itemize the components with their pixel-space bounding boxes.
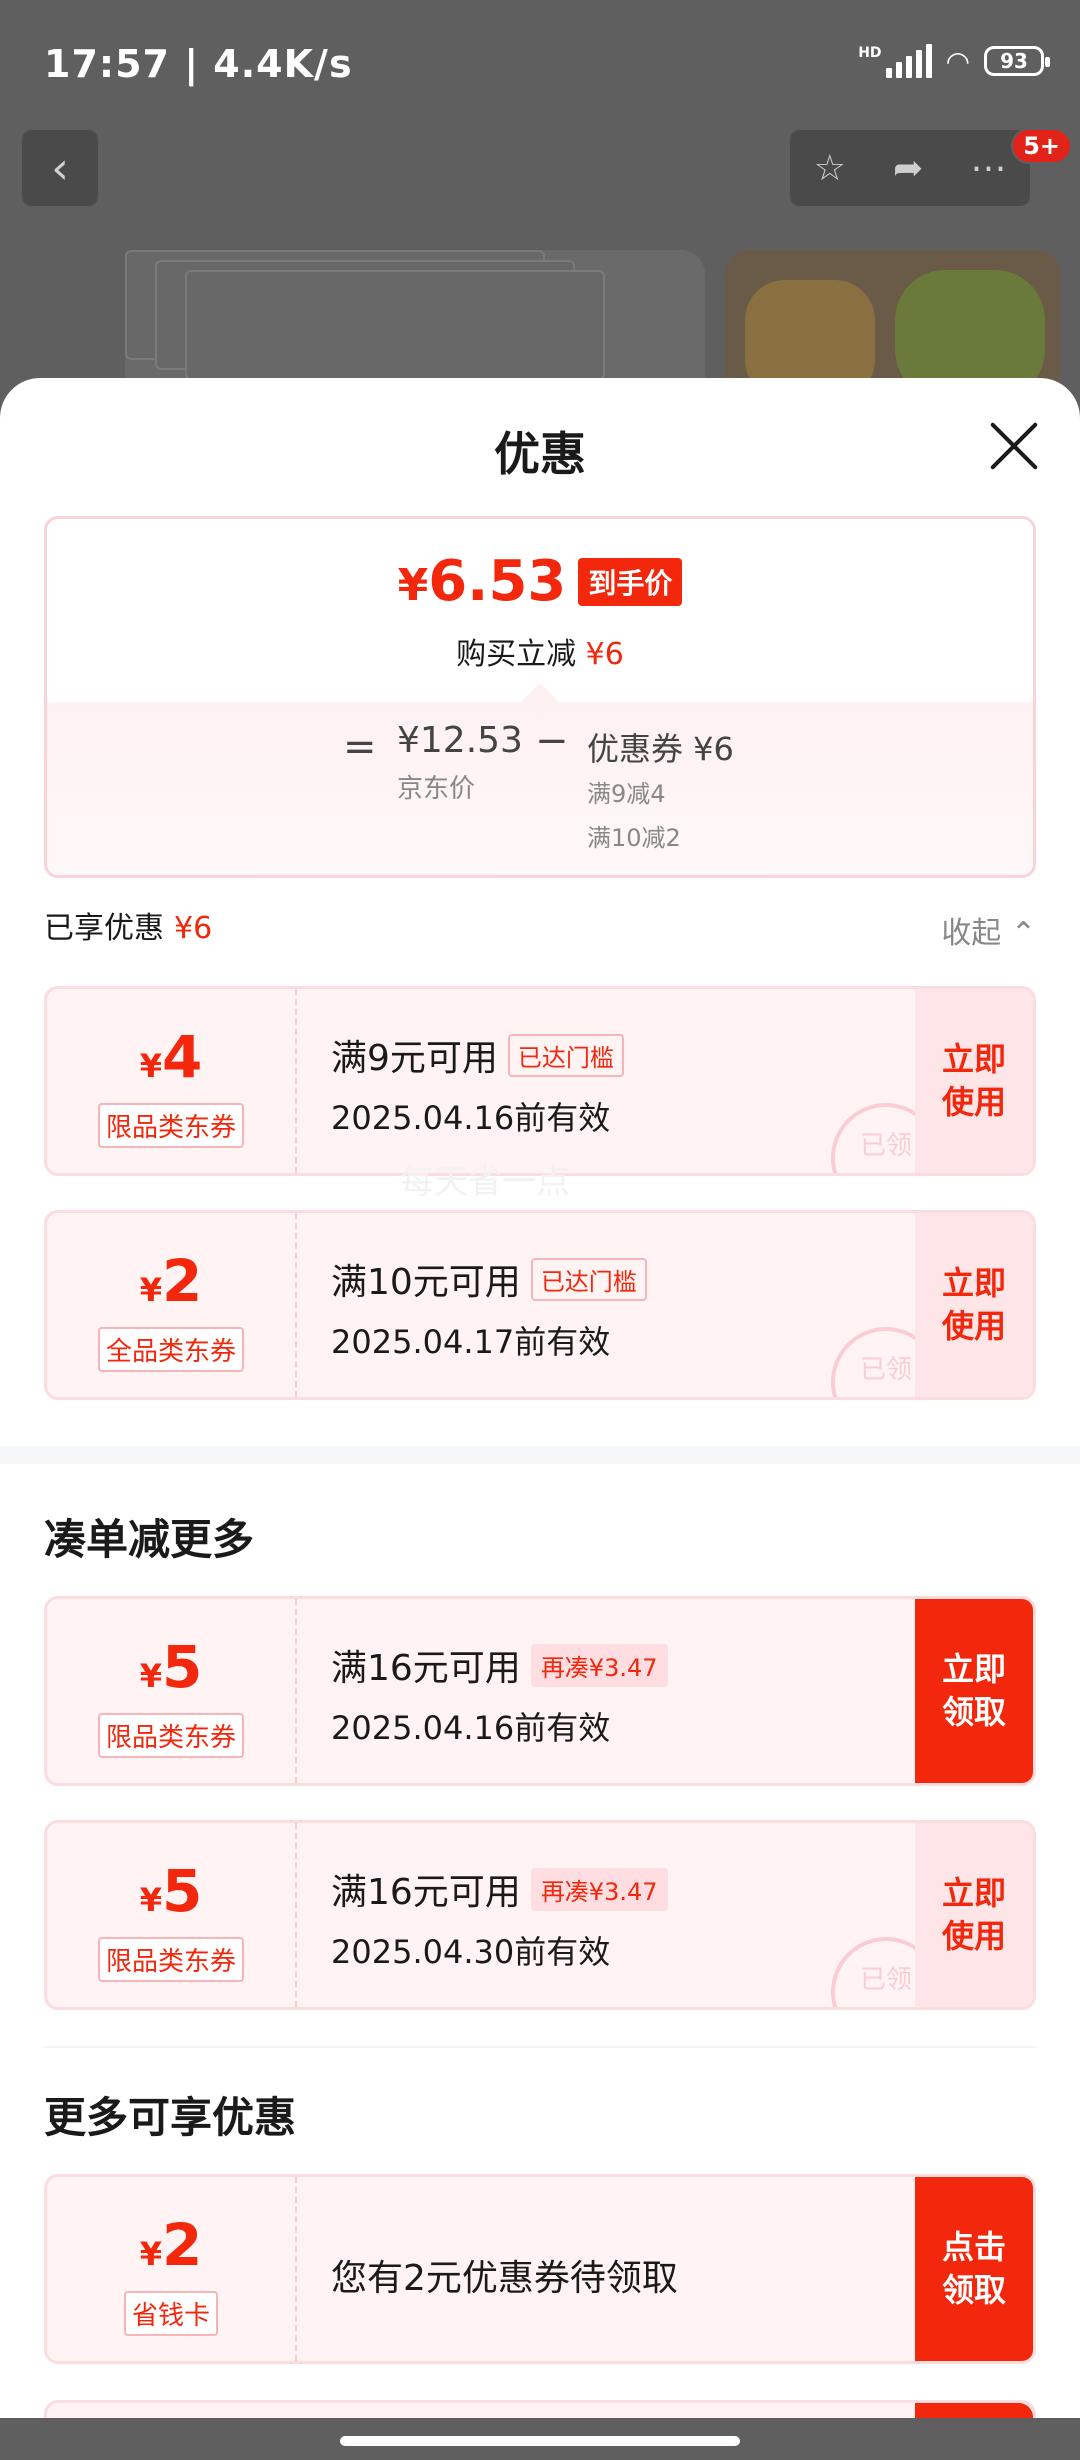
message-badge: 5+ [1011,128,1072,164]
section-title-extra: 更多可享优惠 [44,2093,297,2142]
coupon-card: ¥2 全品类东券 满10元可用 已达门槛 2025.04.17前有效 已领 立即使… [44,1210,1036,1400]
enjoyed-discount: 已享优惠 ¥6 [44,911,213,946]
use-now-button[interactable]: 立即使用 [915,1213,1033,1397]
status-icons: HD ◠ 93 [858,44,1050,78]
signal-icon [885,44,932,78]
coupon-condition: 满10元可用 [331,1262,521,1303]
star-icon[interactable]: ☆ [814,148,846,189]
coupon-gap-tag: 再凑¥3.47 [530,1867,668,1911]
coupon-condition: 满16元可用 [331,1648,521,1689]
share-icon[interactable]: ➦ [893,148,923,189]
collapse-button[interactable]: 收起 ⌃ [941,908,1036,952]
status-bar: 17:57 | 4.4K/s HD ◠ 93 [0,0,1080,130]
coupon-condition: 满16元可用 [331,1872,521,1913]
coupon-status-tag: 已达门槛 [530,1257,647,1301]
coupon-description: 您有2元优惠券待领取 [331,2258,678,2299]
price-summary-card: ¥6.53 到手价 购买立减 ¥6 = ¥12.53 京东价 − 优惠券 ¥6 … [44,516,1036,878]
section-divider [0,1446,1080,1464]
coupon-card-peek [44,2400,1036,2418]
battery-icon: 93 [984,46,1050,76]
back-button[interactable]: ‹ [22,130,98,206]
header-actions: ☆ ➦ ⋯ [790,130,1030,206]
coupon-type: 省钱卡 [123,2291,219,2336]
battery-level: 93 [1000,49,1028,73]
final-price-tag: 到手价 [578,557,683,606]
coupon-condition: 满9元可用 [331,1038,498,1079]
click-claim-button[interactable]: 点击领取 [915,2177,1033,2361]
coupon-amount: ¥2 [139,1247,203,1315]
coupon-type: 限品类东券 [97,1713,245,1758]
jd-price: ¥12.53 [397,720,523,761]
discount-sheet: 优惠 ¥6.53 到手价 购买立减 ¥6 = ¥12.53 京东价 − 优惠券 … [0,378,1080,2418]
coupon-status-tag: 已达门槛 [507,1033,624,1077]
more-icon[interactable]: ⋯ [970,148,1006,189]
coupon-detail: 满10减2 [587,824,681,852]
use-now-button[interactable]: 立即使用 [915,1823,1033,2007]
section-title-more: 凑单减更多 [44,1515,255,1564]
coupon-card: ¥4 限品类东券 满9元可用 已达门槛 2025.04.16前有效 已领 立即使用 [44,986,1036,1176]
minus-sign: − [535,718,569,764]
section-divider [44,2046,1036,2048]
final-price: ¥6.53 [397,549,567,614]
close-icon[interactable] [988,420,1040,472]
hd-label: HD [858,45,882,61]
coupon-card: ¥2 省钱卡 您有2元优惠券待领取 点击领取 [44,2174,1036,2364]
home-indicator[interactable] [340,2436,740,2446]
chevron-up-icon: ⌃ [1010,916,1036,951]
coupon-expiry: 2025.04.16前有效 [331,1709,611,1747]
instant-reduce: 购买立减 ¥6 [456,637,624,672]
equals-sign: = [343,724,377,770]
coupon-type: 限品类东券 [97,1937,245,1982]
coupon-detail: 满9减4 [587,780,666,808]
coupon-gap-tag: 再凑¥3.47 [530,1643,668,1687]
coupon-type: 全品类东券 [97,1327,245,1372]
coupon-card: ¥5 限品类东券 满16元可用 再凑¥3.47 2025.04.30前有效 已领 … [44,1820,1036,2010]
jd-price-label: 京东价 [397,774,476,804]
coupon-expiry: 2025.04.17前有效 [331,1323,611,1361]
status-time: 17:57 | 4.4K/s [44,42,353,86]
sheet-title: 优惠 [494,427,586,481]
coupon-amount: ¥5 [139,1857,203,1925]
coupon-card: ¥5 限品类东券 满16元可用 再凑¥3.47 2025.04.16前有效 立即领… [44,1596,1036,1786]
watermark: 每天省一点 [400,1162,570,1202]
coupon-total: 优惠券 ¥6 [587,730,734,768]
coupon-type: 限品类东券 [97,1103,245,1148]
coupon-expiry: 2025.04.30前有效 [331,1933,611,1971]
coupon-expiry: 2025.04.16前有效 [331,1099,611,1137]
chevron-left-icon: ‹ [51,142,69,194]
coupon-amount: ¥2 [139,2211,203,2279]
claim-now-button[interactable]: 立即领取 [915,1599,1033,1783]
price-breakdown: = ¥12.53 京东价 − 优惠券 ¥6 满9减4 满10减2 [47,702,1033,875]
use-now-button[interactable]: 立即使用 [915,989,1033,1173]
wifi-icon: ◠ [945,44,970,78]
coupon-amount: ¥4 [139,1023,203,1091]
coupon-amount: ¥5 [139,1633,203,1701]
